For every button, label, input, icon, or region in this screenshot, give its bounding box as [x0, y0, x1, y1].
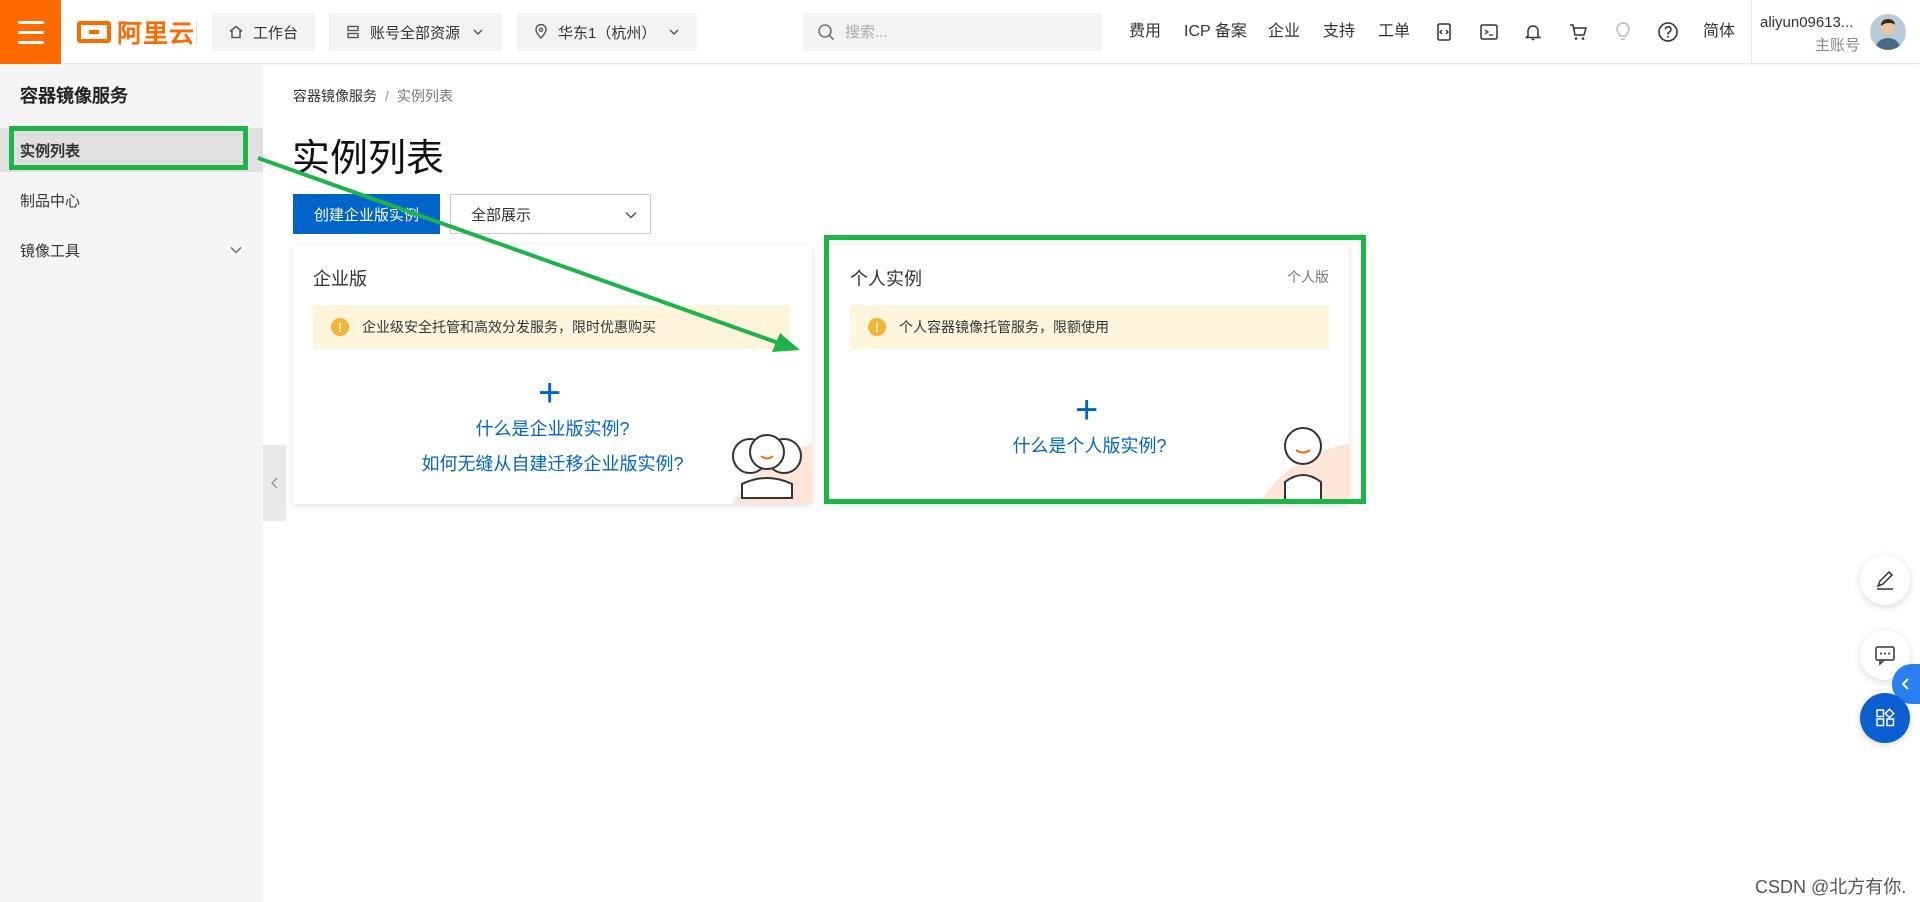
lightbulb-icon[interactable] — [1611, 20, 1635, 44]
chevron-down-icon — [230, 247, 242, 254]
nav-link-enterprise[interactable]: 企业 — [1268, 20, 1300, 44]
help-icon[interactable] — [1656, 20, 1680, 44]
create-enterprise-instance-button[interactable]: 创建企业版实例 — [293, 194, 440, 234]
breadcrumb-current: 实例列表 — [396, 88, 453, 104]
cart-icon[interactable] — [1566, 20, 1590, 44]
sidebar-item-image-tools[interactable]: 镜像工具 — [0, 228, 263, 272]
top-navbar: 阿里云 工作台 账号全部资源 华东1（杭州） 费用 ICP 备案 企业 支持 工… — [0, 0, 1920, 64]
chevron-down-icon — [625, 211, 637, 219]
pencil-icon — [1876, 570, 1894, 590]
nav-link-icp[interactable]: ICP 备案 — [1184, 20, 1247, 44]
display-filter-select[interactable]: 全部展示 — [450, 194, 651, 234]
location-pin-icon — [535, 24, 547, 39]
enterprise-illustration-icon — [732, 434, 812, 504]
chat-icon — [1875, 646, 1895, 666]
notice-banner: ! 企业级安全托管和高效分发服务，限时优惠购买 — [313, 305, 790, 349]
global-search[interactable] — [803, 13, 1102, 51]
grid-icon — [1876, 708, 1895, 727]
avatar[interactable] — [1870, 14, 1906, 50]
warning-icon: ! — [331, 318, 349, 336]
terminal-icon[interactable] — [1477, 20, 1501, 44]
search-input[interactable] — [845, 23, 1085, 41]
breadcrumb: 容器镜像服务 / 实例列表 — [293, 88, 453, 104]
logo-mark-icon — [77, 21, 111, 43]
feedback-edit-button[interactable] — [1860, 555, 1910, 605]
chevron-down-icon — [473, 29, 483, 36]
add-enterprise-instance-icon[interactable]: + — [538, 373, 561, 413]
breadcrumb-item[interactable]: 容器镜像服务 — [293, 88, 377, 104]
nav-link-billing[interactable]: 费用 — [1129, 20, 1161, 44]
app-grid-button[interactable] — [1860, 693, 1910, 743]
highlight-sidebar-annotation — [9, 126, 248, 170]
aliyun-logo[interactable]: 阿里云 — [77, 16, 195, 48]
bell-icon[interactable] — [1521, 20, 1545, 44]
sidebar-item-artifact-center[interactable]: 制品中心 — [0, 178, 263, 222]
code-icon[interactable] — [1432, 20, 1456, 44]
account-role: 主账号 — [1814, 37, 1860, 54]
page-title: 实例列表 — [292, 138, 445, 180]
highlight-personal-annotation — [824, 235, 1366, 504]
nav-link-support[interactable]: 支持 — [1323, 20, 1355, 44]
sidebar-title: 容器镜像服务 — [20, 86, 128, 106]
stack-icon — [347, 25, 359, 39]
region-dropdown[interactable]: 华东1（杭州） — [517, 13, 697, 51]
watermark: CSDN @北方有你. — [1755, 877, 1907, 897]
search-icon — [818, 24, 835, 41]
workbench-button[interactable]: 工作台 — [212, 13, 315, 51]
enterprise-instance-card: 企业版 ! 企业级安全托管和高效分发服务，限时优惠购买 + 什么是企业版实例? … — [293, 245, 812, 504]
chevron-left-icon — [1901, 678, 1909, 690]
home-icon — [229, 25, 243, 39]
language-switch[interactable]: 简体 — [1703, 20, 1735, 44]
sidebar: 容器镜像服务 实例列表 制品中心 镜像工具 — [0, 64, 263, 902]
account-name[interactable]: aliyun09613... — [1760, 14, 1853, 31]
chevron-down-icon — [669, 29, 679, 36]
card-title: 企业版 — [313, 269, 367, 289]
hamburger-menu-button[interactable] — [0, 0, 61, 64]
nav-link-ticket[interactable]: 工单 — [1378, 20, 1410, 44]
resource-scope-dropdown[interactable]: 账号全部资源 — [329, 13, 502, 51]
